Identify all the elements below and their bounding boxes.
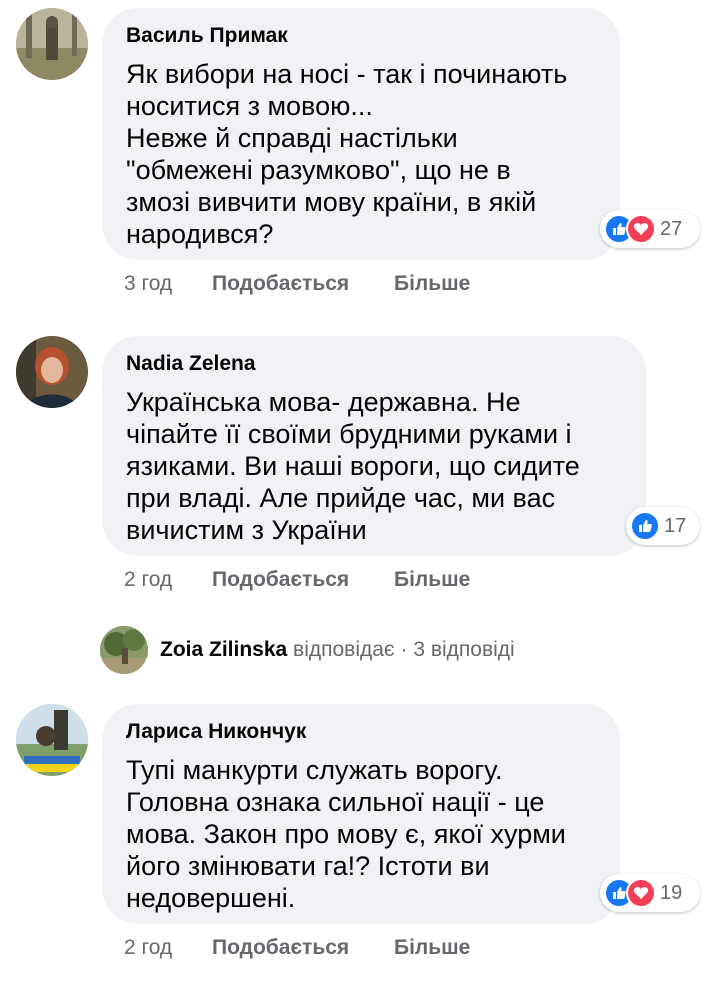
love-reaction-icon bbox=[626, 214, 656, 244]
avatar[interactable] bbox=[16, 336, 88, 408]
comment-timestamp[interactable]: 2 год bbox=[124, 568, 212, 592]
comment-timestamp[interactable]: 2 год bbox=[124, 936, 212, 960]
comment-actions: 2 год Подобається Більше bbox=[124, 936, 470, 960]
more-button[interactable]: Більше bbox=[394, 936, 470, 960]
avatar-photo bbox=[100, 626, 148, 674]
comment-timestamp[interactable]: 3 год bbox=[124, 272, 212, 296]
avatar-photo bbox=[16, 8, 88, 80]
more-button[interactable]: Більше bbox=[394, 272, 470, 296]
avatar bbox=[100, 626, 148, 674]
comment-text: Українська мова- державна. Не чіпайте її… bbox=[126, 387, 580, 545]
avatar-photo bbox=[16, 704, 88, 776]
reaction-summary[interactable]: 27 bbox=[600, 210, 700, 248]
comment-actions: 3 год Подобається Більше bbox=[124, 272, 470, 296]
love-reaction-icon bbox=[626, 878, 656, 908]
replies-summary[interactable]: Zoia Zilinska відповідає · 3 відповіді bbox=[100, 626, 515, 674]
reaction-summary[interactable]: 17 bbox=[626, 507, 700, 545]
reply-author[interactable]: Zoia Zilinska bbox=[160, 638, 287, 661]
comment-bubble: Лариса Никончук Тупі манкурти служать во… bbox=[102, 704, 620, 924]
comment-author[interactable]: Василь Примак bbox=[126, 22, 598, 50]
comment-actions: 2 год Подобається Більше bbox=[124, 568, 470, 592]
comment-author[interactable]: Лариса Никончук bbox=[126, 718, 598, 746]
comment-text: Тупі манкурти служать ворогу. Головна оз… bbox=[126, 755, 566, 913]
like-button[interactable]: Подобається bbox=[212, 568, 394, 592]
comment-bubble: Василь Примак Як вибори на носі - так і … bbox=[102, 8, 620, 260]
reply-count[interactable]: 3 відповіді bbox=[413, 638, 514, 661]
reaction-count: 19 bbox=[660, 881, 683, 904]
comment-bubble: Nadia Zelena Українська мова- державна. … bbox=[102, 336, 646, 556]
like-button[interactable]: Подобається bbox=[212, 936, 394, 960]
reaction-count: 27 bbox=[660, 217, 683, 240]
avatar[interactable] bbox=[16, 8, 88, 80]
comment-author[interactable]: Nadia Zelena bbox=[126, 350, 624, 378]
replies-summary-text[interactable]: Zoia Zilinska відповідає · 3 відповіді bbox=[160, 638, 515, 662]
more-button[interactable]: Більше bbox=[394, 568, 470, 592]
like-button[interactable]: Подобається bbox=[212, 272, 394, 296]
reply-action: відповідає bbox=[293, 638, 395, 661]
reply-separator: · bbox=[400, 638, 408, 661]
avatar[interactable] bbox=[16, 704, 88, 776]
avatar-photo bbox=[16, 336, 88, 408]
like-reaction-icon bbox=[630, 511, 660, 541]
reaction-summary[interactable]: 19 bbox=[600, 874, 700, 912]
comment-text: Як вибори на носі - так і починають носи… bbox=[126, 59, 568, 249]
reaction-count: 17 bbox=[664, 514, 687, 537]
